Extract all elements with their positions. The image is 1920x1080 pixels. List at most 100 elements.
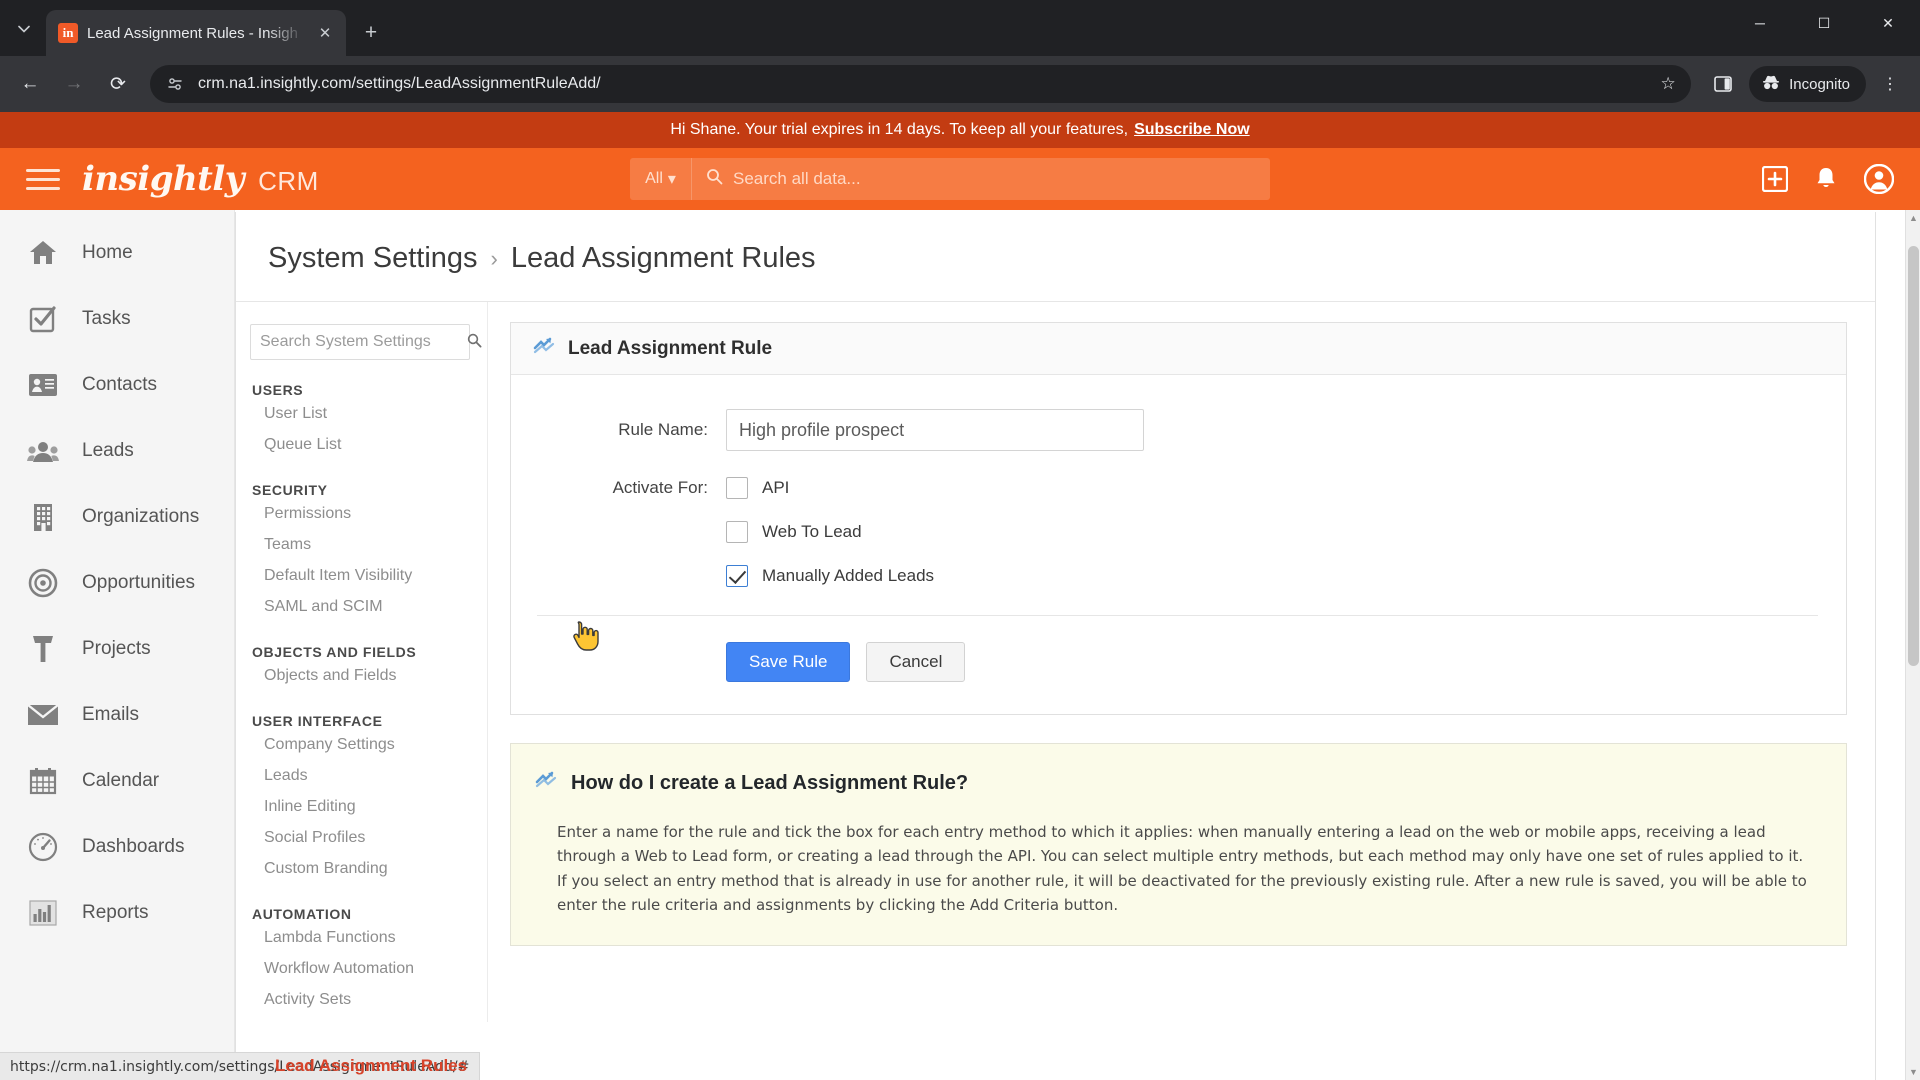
settings-item-activity-sets[interactable]: Activity Sets [250, 984, 487, 1015]
search-input[interactable] [733, 169, 1270, 189]
rail-item-calendar[interactable]: Calendar [0, 748, 234, 814]
reload-icon[interactable]: ⟳ [98, 64, 138, 104]
opportunities-icon [26, 566, 60, 600]
settings-group-heading: AUTOMATION [252, 906, 352, 922]
form-actions: Save Rule Cancel [511, 616, 1846, 714]
settings-group-user-interface: USER INTERFACE Company Settings Leads In… [250, 713, 487, 884]
rule-name-input[interactable] [726, 409, 1144, 451]
settings-group-heading: USERS [252, 382, 304, 398]
breadcrumb-current: Lead Assignment Rules [510, 242, 816, 274]
brand-name: insightly [82, 159, 245, 199]
rail-item-projects[interactable]: Projects [0, 616, 234, 682]
settings-item-permissions[interactable]: Permissions [250, 498, 487, 529]
rail-label: Home [82, 242, 133, 263]
cancel-button[interactable]: Cancel [866, 642, 966, 682]
global-search[interactable]: All ▾ [630, 158, 1270, 200]
checkbox-label-web-to-lead[interactable]: Web To Lead [762, 522, 862, 542]
checkbox-label-api[interactable]: API [762, 478, 789, 498]
rail-label: Contacts [82, 374, 157, 395]
bookmark-star-icon[interactable]: ☆ [1653, 69, 1683, 99]
settings-item-queue-list[interactable]: Queue List [250, 429, 487, 460]
close-tab-icon[interactable]: ✕ [314, 22, 336, 44]
settings-item-leads[interactable]: Leads [250, 760, 487, 791]
browser-tab[interactable]: in Lead Assignment Rules - Insigh ✕ [46, 10, 346, 56]
rail-item-dashboards[interactable]: Dashboards [0, 814, 234, 880]
settings-item-inline-editing[interactable]: Inline Editing [250, 791, 487, 822]
settings-item-custom-branding[interactable]: Custom Branding [250, 853, 487, 884]
settings-item-saml-and-scim[interactable]: SAML and SCIM [250, 591, 487, 622]
rail-item-reports[interactable]: Reports [0, 880, 234, 946]
app-header: insightly CRM All ▾ [0, 148, 1920, 210]
rail-item-home[interactable]: Home [0, 220, 234, 286]
maximize-icon[interactable]: ☐ [1792, 0, 1856, 46]
rail-item-organizations[interactable]: Organizations [0, 484, 234, 550]
scrollbar-thumb[interactable] [1908, 246, 1919, 666]
page-scrollbar[interactable]: ▲ ▼ [1905, 210, 1920, 1080]
breadcrumb: System Settings › Lead Assignment Rules [236, 212, 1875, 302]
settings-item-company-settings[interactable]: Company Settings [250, 729, 487, 760]
insightly-logo[interactable]: insightly CRM [82, 159, 319, 199]
checkbox-label-manually-added-leads[interactable]: Manually Added Leads [762, 566, 934, 586]
help-panel: How do I create a Lead Assignment Rule? … [510, 743, 1847, 947]
settings-item-lead-assignment-rules[interactable]: Lead Assignment Rules [275, 1056, 467, 1076]
rail-item-leads[interactable]: Leads [0, 418, 234, 484]
subscribe-now-link[interactable]: Subscribe Now [1134, 121, 1250, 139]
minimize-icon[interactable]: ─ [1728, 0, 1792, 46]
rail-label: Tasks [82, 308, 131, 329]
rail-label: Projects [82, 638, 151, 659]
side-panel-icon[interactable] [1703, 64, 1743, 104]
settings-item-default-item-visibility[interactable]: Default Item Visibility [250, 560, 487, 591]
address-bar[interactable]: crm.na1.insightly.com/settings/LeadAssig… [150, 65, 1692, 103]
settings-item-social-profiles[interactable]: Social Profiles [250, 822, 487, 853]
notifications-bell-icon[interactable] [1814, 166, 1838, 192]
insightly-favicon: in [58, 23, 78, 43]
settings-item-lambda-functions[interactable]: Lambda Functions [250, 922, 487, 953]
rail-item-emails[interactable]: Emails [0, 682, 234, 748]
settings-item-teams[interactable]: Teams [250, 529, 487, 560]
search-icon[interactable] [467, 333, 482, 352]
projects-icon [26, 632, 60, 666]
rail-label: Opportunities [82, 572, 196, 593]
page-body: Home Tasks Contacts Leads Organizations … [0, 210, 1920, 1080]
checkbox-api[interactable] [726, 477, 748, 499]
scroll-down-arrow-icon[interactable]: ▼ [1906, 1064, 1920, 1080]
back-icon[interactable]: ← [10, 64, 50, 104]
breadcrumb-root[interactable]: System Settings [268, 242, 478, 275]
checkbox-manually-added-leads[interactable] [726, 565, 748, 587]
checkbox-web-to-lead[interactable] [726, 521, 748, 543]
settings-item-user-list[interactable]: User List [250, 398, 487, 429]
lead-assignment-icon [533, 336, 555, 362]
scroll-up-arrow-icon[interactable]: ▲ [1906, 210, 1920, 226]
settings-card: System Settings › Lead Assignment Rules [235, 212, 1876, 1080]
save-rule-button[interactable]: Save Rule [726, 642, 851, 682]
settings-item-workflow-automation[interactable]: Workflow Automation [250, 953, 487, 984]
incognito-label: Incognito [1789, 75, 1850, 93]
menu-hamburger-icon[interactable] [26, 165, 60, 193]
site-settings-icon[interactable] [164, 73, 186, 95]
settings-search-box[interactable] [250, 324, 482, 360]
settings-group-heading: USER INTERFACE [252, 713, 383, 729]
panel-body: Rule Name: Activate For: API [511, 375, 1846, 714]
rail-item-contacts[interactable]: Contacts [0, 352, 234, 418]
rail-label: Organizations [82, 506, 200, 527]
search-scope-dropdown[interactable]: All ▾ [630, 158, 692, 200]
settings-group-objects-and-fields: OBJECTS AND FIELDS Objects and Fields [250, 644, 487, 691]
new-tab-button[interactable]: + [354, 16, 388, 50]
incognito-indicator[interactable]: Incognito [1749, 66, 1866, 102]
rail-item-opportunities[interactable]: Opportunities [0, 550, 234, 616]
user-avatar-icon[interactable] [1864, 164, 1894, 194]
panel-title: Lead Assignment Rule [568, 337, 773, 359]
quick-add-icon[interactable] [1762, 166, 1788, 192]
forward-icon[interactable]: → [54, 64, 94, 104]
settings-group-heading: SECURITY [252, 482, 328, 498]
rail-label: Dashboards [82, 836, 185, 857]
rail-item-tasks[interactable]: Tasks [0, 286, 234, 352]
tab-search-icon[interactable] [6, 12, 42, 46]
search-system-settings-input[interactable] [260, 333, 467, 351]
close-window-icon[interactable]: ✕ [1856, 0, 1920, 46]
chrome-menu-icon[interactable]: ⋮ [1870, 64, 1910, 104]
leads-icon [26, 434, 60, 468]
help-body: Enter a name for the rule and tick the b… [557, 823, 1807, 914]
settings-item-objects-and-fields[interactable]: Objects and Fields [250, 660, 487, 691]
rail-label: Emails [82, 704, 140, 725]
